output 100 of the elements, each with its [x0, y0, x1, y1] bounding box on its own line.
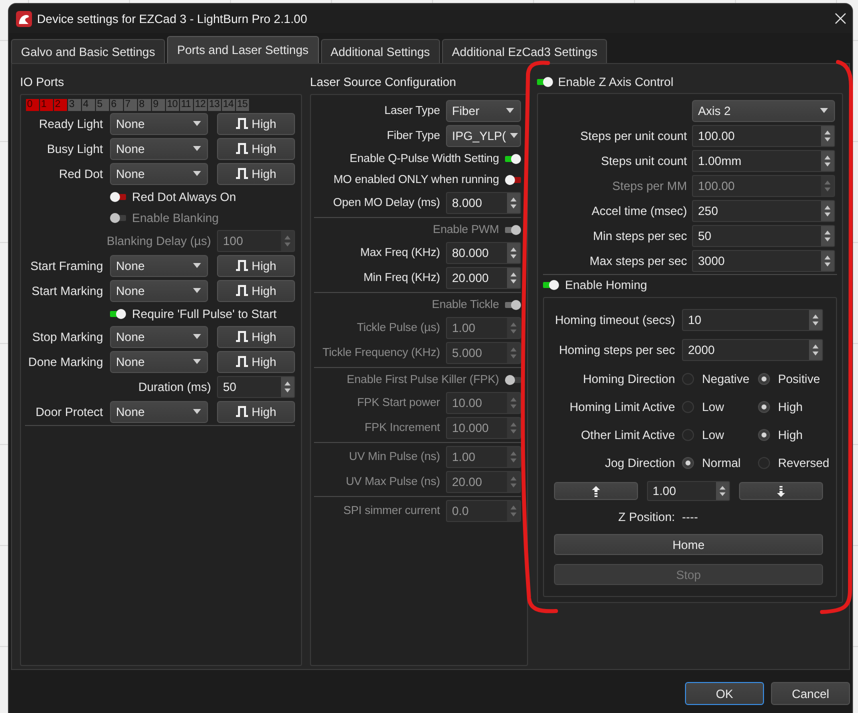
up-down-arrows-icon [507, 418, 520, 438]
jog-up-button[interactable] [554, 482, 638, 500]
toggle-switch[interactable] [110, 192, 126, 202]
spin-box[interactable]: 10 [682, 309, 823, 331]
radio-button[interactable] [682, 457, 694, 469]
radio-label: Reversed [778, 456, 830, 470]
polarity-button[interactable]: High [217, 350, 295, 372]
tab[interactable]: Additional EzCad3 Settings [442, 39, 608, 63]
up-down-arrows-icon [821, 150, 834, 170]
polarity-button[interactable]: High [217, 138, 295, 160]
group-title: Laser Source Configuration [310, 74, 458, 91]
tab[interactable]: Galvo and Basic Settings [11, 39, 166, 63]
caret-icon [193, 334, 201, 339]
toggle-switch[interactable] [505, 174, 521, 184]
spin-box[interactable]: 1.00mm [692, 150, 835, 172]
polarity-button[interactable]: High [217, 326, 295, 348]
toggle-switch[interactable] [537, 77, 553, 87]
field-label: UV Max Pulse (ns) [344, 476, 440, 488]
dropdown[interactable]: Axis 2 [692, 100, 835, 122]
toggle-switch[interactable] [543, 280, 559, 290]
radio-label: Low [702, 400, 724, 414]
tab[interactable]: Ports and Laser Settings [167, 36, 318, 63]
spin-box[interactable]: 3000 [692, 250, 835, 272]
toggle-switch[interactable] [110, 308, 126, 318]
port-indicator: 8 [138, 99, 151, 111]
spin-box[interactable]: 50 [217, 376, 295, 398]
dropdown[interactable]: None [110, 138, 208, 160]
port-indicator: 4 [82, 99, 95, 111]
field-label: Max Freq (KHz) [359, 246, 440, 258]
pulse-icon [236, 118, 248, 129]
spin-box[interactable]: 100.00 [692, 124, 835, 146]
action-button[interactable]: Home [554, 534, 823, 555]
toggle-label: Enable Tickle [430, 298, 499, 310]
up-down-arrows-icon [507, 392, 520, 412]
dialog-button[interactable]: Cancel [771, 682, 850, 705]
toggle-label: MO enabled ONLY when running [332, 174, 499, 186]
jog-down-button[interactable] [739, 482, 823, 500]
port-indicator: 12 [194, 99, 207, 111]
radio-button[interactable] [682, 373, 694, 385]
close-icon[interactable] [835, 13, 846, 24]
toggle-switch[interactable] [505, 154, 521, 164]
polarity-button[interactable]: High [217, 162, 295, 184]
spin-box[interactable]: 20.000 [446, 266, 521, 288]
dropdown[interactable]: None [110, 162, 208, 184]
dropdown[interactable]: None [110, 254, 208, 276]
pulse-icon [236, 260, 248, 271]
toggle-label: Red Dot Always On [132, 190, 236, 204]
polarity-button[interactable]: High [217, 112, 295, 134]
window-title: Device settings for EZCad 3 - LightBurn Pro 2.1.00 [37, 12, 308, 26]
toggle-label: Enable Homing [565, 278, 648, 292]
radio-button[interactable] [758, 457, 770, 469]
pulse-icon [236, 168, 248, 179]
radio-button[interactable] [682, 401, 694, 413]
radio-button[interactable] [682, 429, 694, 441]
radio-button[interactable] [758, 429, 770, 441]
pulse-icon [236, 143, 248, 154]
caret-icon [193, 171, 201, 176]
dropdown[interactable]: Fiber [446, 100, 521, 122]
field-label: Accel time (msec) [590, 204, 687, 218]
dropdown[interactable]: None [110, 280, 208, 302]
port-indicator: 10 [166, 99, 179, 111]
spin-box[interactable]: 250 [692, 200, 835, 222]
caret-icon [193, 288, 201, 293]
port-indicator: 0 [26, 99, 39, 111]
dropdown[interactable]: None [110, 112, 208, 134]
field-label: Blanking Delay (µs) [106, 234, 211, 248]
spin-box[interactable]: 8.000 [446, 192, 521, 214]
up-down-arrows-icon [507, 472, 520, 492]
port-indicator: 11 [180, 99, 193, 111]
up-down-arrows-icon [716, 482, 730, 500]
spin-box[interactable]: 2000 [682, 339, 823, 361]
field-label: Door Protect [34, 404, 103, 418]
field-label: FPK Start power [356, 396, 440, 408]
dropdown[interactable]: IPG_YLP( [446, 124, 521, 146]
up-down-arrows-icon [507, 500, 520, 520]
dialog-button[interactable]: OK [685, 682, 764, 705]
spin-box[interactable]: 50 [692, 224, 835, 246]
field-label: Done Marking [27, 354, 103, 368]
field-label: Stop Marking [31, 330, 103, 344]
pulse-icon [236, 285, 248, 296]
field-label: Max steps per sec [588, 254, 687, 268]
polarity-button[interactable]: High [217, 280, 295, 302]
radio-button[interactable] [758, 373, 770, 385]
dropdown[interactable]: None [110, 400, 208, 422]
up-down-arrows-icon [821, 126, 834, 146]
spin-box[interactable]: 80.000 [446, 242, 521, 264]
radio-button[interactable] [758, 401, 770, 413]
radio-label: Positive [778, 372, 820, 386]
tab[interactable]: Additional Settings [320, 39, 440, 63]
caret-icon [193, 263, 201, 268]
field-label: Tickle Pulse (µs) [356, 322, 440, 334]
polarity-button[interactable]: High [217, 400, 295, 422]
dropdown[interactable]: None [110, 326, 208, 348]
port-indicator: 14 [222, 99, 235, 111]
dropdown[interactable]: None [110, 350, 208, 372]
field-label: Min Freq (KHz) [362, 272, 440, 284]
spin-box[interactable]: 1.00 [646, 481, 730, 501]
polarity-button[interactable]: High [217, 254, 295, 276]
field-label: Z Position: [617, 510, 675, 524]
port-indicator: 5 [96, 99, 109, 111]
